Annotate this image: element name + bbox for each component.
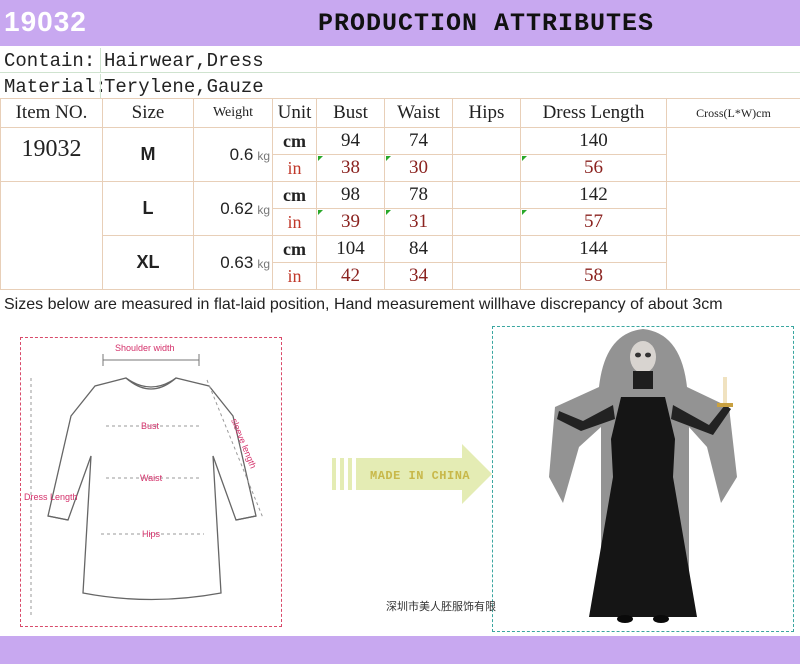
- shoulder-width-label: Shoulder width: [115, 343, 175, 353]
- measurement-diagram: Shoulder width Bust Waist Hips Dress Len…: [20, 337, 282, 627]
- weight-value: 0.6: [229, 144, 254, 164]
- attr-label: Contain:: [4, 50, 96, 72]
- unit-in: in: [272, 208, 317, 236]
- attr-row-contain: Contain: Hairwear,Dress: [0, 48, 800, 73]
- hips-cm: [452, 127, 521, 155]
- table-row: XL 0.63 kg cm 104 84 144: [1, 235, 800, 290]
- header-bar: 19032 PRODUCTION ATTRIBUTES: [0, 0, 800, 46]
- waist-cm: 74: [384, 127, 453, 155]
- size-cell: L: [102, 181, 194, 236]
- size-table: Item NO. Size Weight Unit Bust Waist Hip…: [0, 98, 800, 290]
- waist-cm: 78: [384, 181, 453, 209]
- header-waist: Waist: [384, 98, 453, 128]
- cross-cell: [666, 235, 800, 290]
- attr-label: Material:: [4, 76, 107, 98]
- attr-value: Hairwear,Dress: [104, 50, 264, 72]
- bust-cm: 104: [316, 235, 385, 263]
- made-in-china-label: MADE IN CHINA: [370, 469, 471, 483]
- unit-in: in: [272, 262, 317, 290]
- company-watermark: 深圳市美人胚服饰有限: [386, 600, 496, 613]
- length-cm: 142: [520, 181, 667, 209]
- unit-cm: cm: [272, 181, 317, 209]
- unit-cm: cm: [272, 127, 317, 155]
- waist-in: 30: [384, 154, 453, 182]
- bust-cm: 98: [316, 181, 385, 209]
- table-header-row: Item NO. Size Weight Unit Bust Waist Hip…: [0, 98, 800, 128]
- header-dress-length: Dress Length: [520, 98, 667, 128]
- length-in: 57: [520, 208, 667, 236]
- cross-cell: [666, 127, 800, 182]
- header-weight: Weight: [193, 98, 273, 128]
- item-number-cell: 19032: [0, 127, 103, 182]
- hips-in: [452, 208, 521, 236]
- attr-value: Terylene,Gauze: [104, 76, 264, 98]
- waist-cm: 84: [384, 235, 453, 263]
- measurement-note: Sizes below are measured in flat-laid po…: [4, 296, 723, 313]
- page-title: PRODUCTION ATTRIBUTES: [318, 9, 655, 38]
- weight-value: 0.62: [220, 198, 254, 218]
- weight-unit: kg: [257, 256, 270, 271]
- waist-in: 31: [384, 208, 453, 236]
- weight-unit: kg: [257, 202, 270, 217]
- hips-label: Hips: [142, 529, 161, 539]
- hips-in: [452, 154, 521, 182]
- item-code: 19032: [4, 6, 87, 37]
- size-cell: XL: [102, 235, 194, 290]
- weight-unit: kg: [257, 148, 270, 163]
- divider: [100, 48, 101, 72]
- weight-cell: 0.62 kg: [193, 181, 273, 236]
- bust-label: Bust: [141, 421, 160, 431]
- length-cm: 144: [520, 235, 667, 263]
- costume-figure-graphic: [549, 329, 737, 623]
- hips-in: [452, 262, 521, 290]
- size-cell: M: [102, 127, 194, 182]
- bust-cm: 94: [316, 127, 385, 155]
- item-number-cell-empty: [0, 181, 103, 290]
- attr-row-material: Material: Terylene,Gauze: [0, 74, 800, 99]
- divider: [100, 74, 101, 98]
- weight-cell: 0.63 kg: [193, 235, 273, 290]
- dress-outline-graphic: Shoulder width Bust Waist Hips Dress Len…: [24, 343, 264, 616]
- bust-in: 38: [316, 154, 385, 182]
- unit-in: in: [272, 154, 317, 182]
- hips-cm: [452, 235, 521, 263]
- bust-in: 39: [316, 208, 385, 236]
- header-size: Size: [102, 98, 194, 128]
- header-hips: Hips: [452, 98, 521, 128]
- waist-label: Waist: [140, 473, 163, 483]
- product-photo: [492, 326, 794, 632]
- bust-in: 42: [316, 262, 385, 290]
- dress-length-label: Dress Length: [24, 492, 78, 502]
- header-bust: Bust: [316, 98, 385, 128]
- unit-cm: cm: [272, 235, 317, 263]
- length-in: 58: [520, 262, 667, 290]
- table-row: L 0.62 kg cm 98 78 142: [0, 181, 800, 290]
- header-item-no: Item NO.: [0, 98, 103, 128]
- footer-bar: [0, 636, 800, 664]
- cross-cell: [666, 181, 800, 236]
- weight-value: 0.63: [220, 252, 254, 272]
- length-cm: 140: [520, 127, 667, 155]
- header-cross: Cross(L*W)cm: [666, 98, 800, 128]
- waist-in: 34: [384, 262, 453, 290]
- weight-cell: 0.6 kg: [193, 127, 273, 182]
- hips-cm: [452, 181, 521, 209]
- length-in: 56: [520, 154, 667, 182]
- header-unit: Unit: [272, 98, 317, 128]
- table-row: 19032 M 0.6 kg cm 94 74 140: [0, 127, 800, 182]
